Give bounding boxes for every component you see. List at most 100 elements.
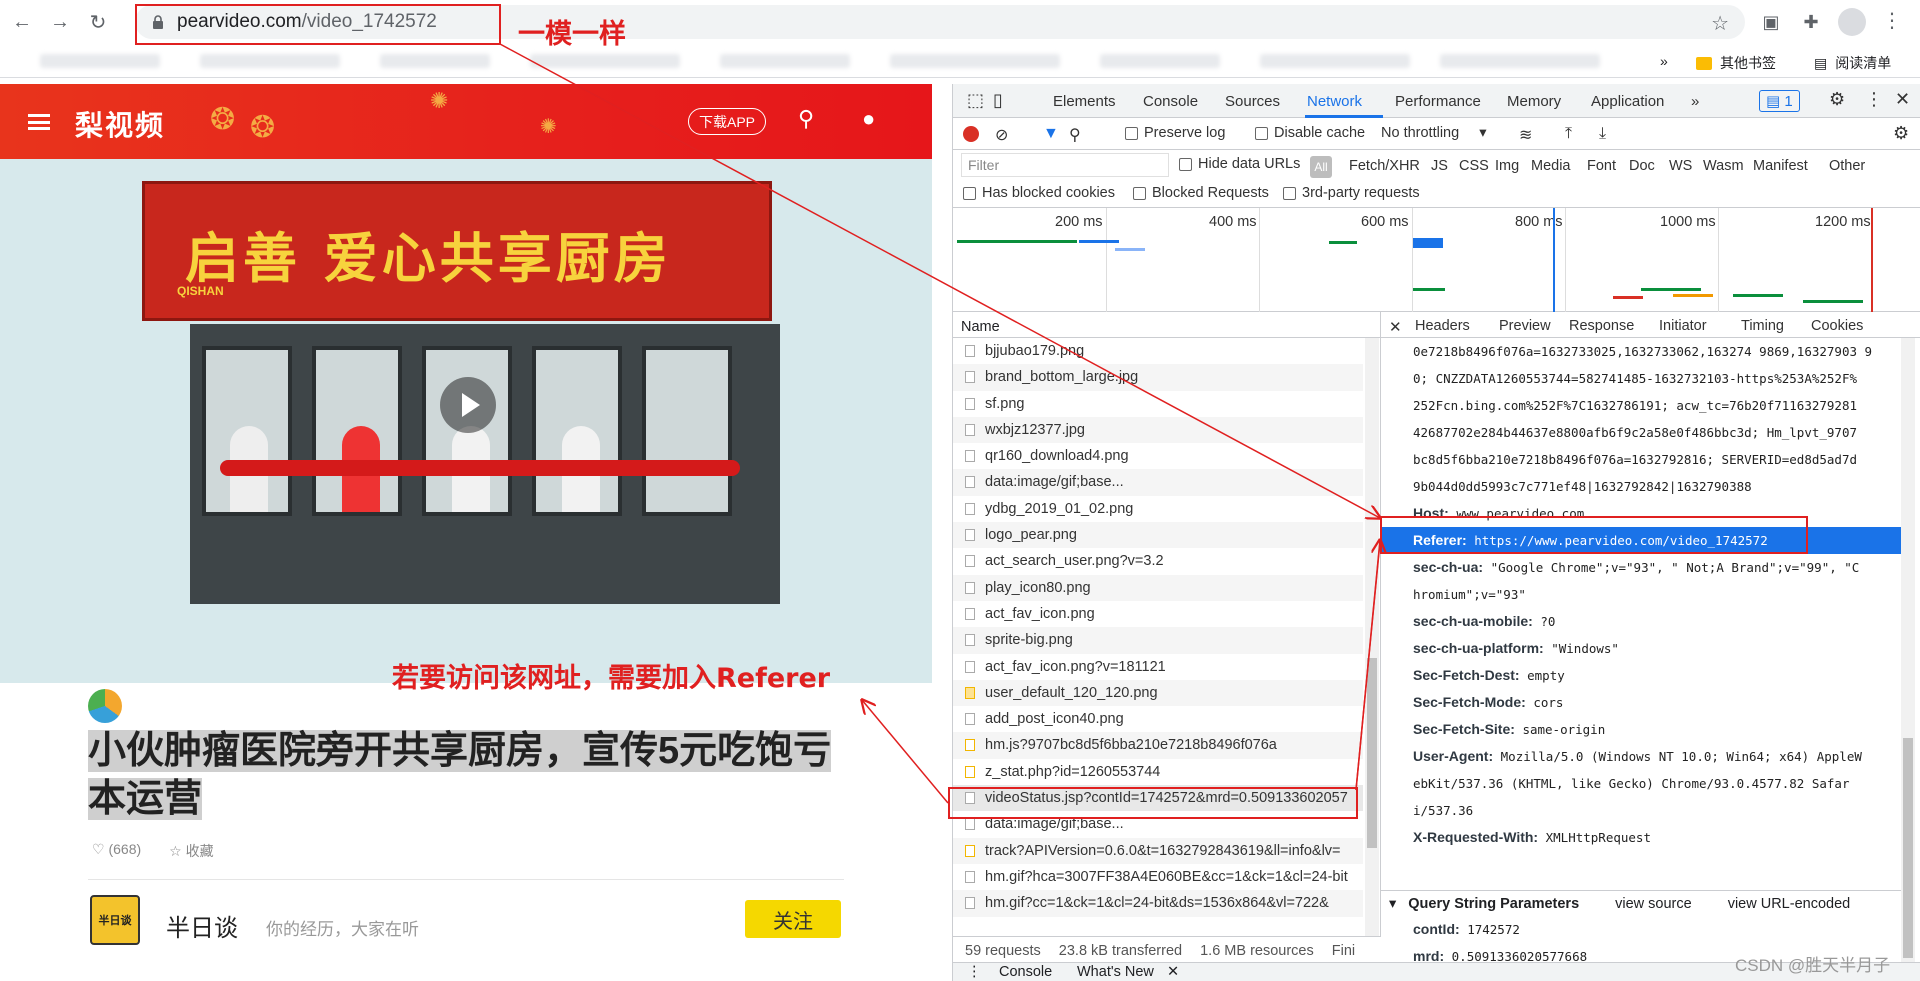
request-row[interactable]: user_default_120_120.png [953,679,1363,707]
bookmark-reading-list[interactable]: ▤ 阅读清单 [1814,53,1891,73]
bookmark-other[interactable]: 其他书签 [1696,53,1776,73]
author-name[interactable]: 半日谈 [166,908,238,943]
filter-wasm[interactable]: Wasm [1703,158,1744,174]
request-row[interactable]: qr160_download4.png [953,443,1363,469]
throttling-select[interactable]: No throttling ▾ [1381,125,1486,141]
like-button[interactable]: ♡ (668) [92,841,141,861]
column-header-name[interactable]: Name [953,312,1381,338]
import-har-icon[interactable]: ⤒ [1565,125,1572,143]
view-source-link[interactable]: view source [1615,896,1692,912]
device-toolbar-icon[interactable]: ▯ [993,90,1003,111]
request-row[interactable]: brand_bottom_large.jpg [953,364,1363,391]
more-tabs-icon[interactable]: » [1691,93,1699,110]
follow-button[interactable]: 关注 [745,900,841,938]
close-devtools-icon[interactable]: ✕ [1895,89,1910,110]
filter-js[interactable]: JS [1431,158,1448,174]
drawer-menu-icon[interactable]: ⋮ [967,964,982,980]
record-icon[interactable] [963,126,979,142]
tab-elements[interactable]: Elements [1053,93,1116,110]
tab-response[interactable]: Response [1569,318,1634,334]
filter-all[interactable]: All [1310,156,1332,178]
request-row[interactable]: act_search_user.png?v=3.2 [953,548,1363,574]
request-row[interactable]: track?APIVersion=0.6.0&t=1632792843619&l… [953,837,1363,864]
site-logo[interactable]: 梨视频 [75,104,165,144]
request-row[interactable]: act_fav_icon.png [953,601,1363,627]
extension-icon[interactable]: ▣ [1758,9,1784,35]
settings-gear-icon[interactable]: ⚙ [1829,89,1845,110]
tab-memory[interactable]: Memory [1507,93,1561,110]
request-row[interactable]: logo_pear.png [953,522,1363,549]
filter-funnel-icon[interactable]: ▼ [1043,125,1059,143]
close-drawer-tab-icon[interactable]: ✕ [1167,964,1179,980]
filter-font[interactable]: Font [1587,158,1616,174]
view-url-encoded-link[interactable]: view URL-encoded [1728,896,1851,912]
inspect-element-icon[interactable]: ⬚ [967,90,984,111]
more-options-icon[interactable]: ⋮ [1865,89,1883,110]
third-party-requests-checkbox[interactable]: 3rd-party requests [1283,185,1420,201]
bookmark-star-icon[interactable]: ☆ [1711,11,1729,36]
hamburger-menu-icon[interactable] [28,114,50,130]
profile-avatar[interactable] [1838,8,1866,36]
tab-network[interactable]: Network [1307,93,1362,110]
blocked-requests-checkbox[interactable]: Blocked Requests [1133,185,1269,201]
preserve-log-checkbox[interactable]: Preserve log [1125,125,1225,141]
request-row[interactable]: hm.gif?hca=3007FF38A4E060BE&cc=1&ck=1&cl… [953,864,1363,890]
request-row[interactable]: hm.gif?cc=1&ck=1&cl=24-bit&ds=1536x864&v… [953,890,1363,917]
favorite-button[interactable]: ☆ 收藏 [169,841,213,861]
search-icon[interactable]: ⚲ [798,106,814,132]
chrome-menu-icon[interactable]: ⋮ [1882,8,1902,33]
tab-headers[interactable]: Headers [1415,318,1470,334]
filter-doc[interactable]: Doc [1629,158,1655,174]
request-row[interactable]: bjjubao179.png [953,338,1363,364]
author-avatar[interactable]: 半日谈 [90,895,140,945]
request-row[interactable]: hm.js?9707bc8d5f6bba210e7218b8496f076a [953,732,1363,759]
has-blocked-cookies-checkbox[interactable]: Has blocked cookies [963,185,1115,201]
scrollbar-thumb[interactable] [1903,738,1913,958]
reload-icon[interactable]: ↻ [82,6,114,38]
forward-icon[interactable]: → [44,6,76,38]
tab-sources[interactable]: Sources [1225,93,1280,110]
request-row[interactable]: act_fav_icon.png?v=181121 [953,654,1363,680]
request-row[interactable]: sf.png [953,391,1363,417]
tab-preview[interactable]: Preview [1499,318,1551,334]
export-har-icon[interactable]: ⤓ [1599,125,1606,143]
tab-timing[interactable]: Timing [1741,318,1784,334]
video-player[interactable]: 启善 爱心共享厨房 QISHAN [0,159,932,683]
tab-performance[interactable]: Performance [1395,93,1481,110]
drawer-tab-console[interactable]: Console [999,964,1052,980]
puzzle-icon[interactable]: ✚ [1798,9,1824,35]
request-list-scrollbar[interactable] [1365,338,1379,936]
request-row[interactable]: add_post_icon40.png [953,706,1363,732]
request-row[interactable]: z_stat.php?id=1260553744 [953,759,1363,785]
tab-cookies[interactable]: Cookies [1811,318,1863,334]
filter-css[interactable]: CSS [1459,158,1489,174]
hide-data-urls-checkbox[interactable]: Hide data URLs [1179,156,1300,172]
query-section-title[interactable]: Query String Parameters [1408,896,1579,912]
filter-fetch-xhr[interactable]: Fetch/XHR [1349,158,1420,174]
close-detail-icon[interactable]: ✕ [1389,318,1402,336]
filter-ws[interactable]: WS [1669,158,1692,174]
tab-initiator[interactable]: Initiator [1659,318,1707,334]
clear-icon[interactable]: ⊘ [995,125,1008,145]
request-row[interactable]: ydbg_2019_01_02.png [953,496,1363,522]
request-row[interactable]: data:image/gif;base... [953,469,1363,496]
network-overview-timeline[interactable]: 200 ms 400 ms 600 ms 800 ms 1000 ms 1200… [953,208,1920,312]
user-icon[interactable]: ● [862,106,875,132]
filter-other[interactable]: Other [1829,158,1865,174]
expand-triangle-icon[interactable]: ▾ [1389,896,1396,912]
drawer-tab-whats-new[interactable]: What's New [1077,964,1154,980]
play-icon[interactable] [440,377,496,433]
filter-media[interactable]: Media [1531,158,1571,174]
filter-manifest[interactable]: Manifest [1753,158,1808,174]
filter-input[interactable]: Filter [961,153,1169,177]
issues-badge[interactable]: ▤ 1 [1759,90,1800,112]
network-conditions-icon[interactable]: ≋ [1519,125,1532,145]
headers-scrollbar[interactable] [1901,338,1915,962]
network-settings-icon[interactable]: ⚙ [1893,123,1909,144]
scrollbar-thumb[interactable] [1367,658,1377,848]
request-row[interactable]: play_icon80.png [953,574,1363,601]
tab-application[interactable]: Application [1591,93,1664,110]
request-row[interactable]: sprite-big.png [953,627,1363,654]
search-icon[interactable]: ⚲ [1069,125,1081,145]
request-row[interactable]: wxbjz12377.jpg [953,416,1363,444]
